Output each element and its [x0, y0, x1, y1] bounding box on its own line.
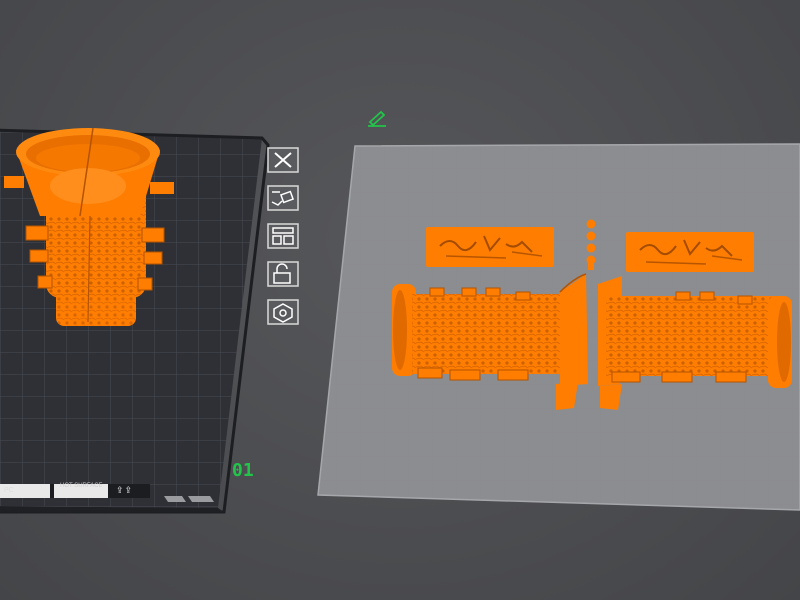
surface-type-label: PC — [4, 487, 14, 494]
edit-plate-name-button[interactable] — [366, 106, 390, 128]
plate-settings-button[interactable] — [262, 222, 302, 250]
scene-canvas[interactable] — [0, 0, 800, 600]
3d-viewport[interactable]: PC HOT SURFACE ⇪⇪ 01 — [0, 0, 800, 600]
lock-plate-button[interactable] — [262, 260, 302, 288]
slice-plate-button[interactable] — [262, 298, 302, 326]
plate-number: 01 — [232, 460, 254, 481]
lock-icon — [267, 261, 299, 287]
inscription-plate-right[interactable] — [626, 232, 754, 272]
auto-arrange-button[interactable] — [262, 184, 302, 212]
orientation-label: ⇪⇪ — [116, 485, 134, 495]
plate-surface-label: PC HOT SURFACE ⇪⇪ — [0, 483, 150, 498]
auto-arrange-icon — [267, 185, 299, 211]
plate-settings-icon — [267, 223, 299, 249]
slice-plate-icon — [267, 299, 299, 325]
delete-plate-icon — [267, 147, 299, 173]
delete-plate-button[interactable] — [262, 146, 302, 174]
inscription-plate-left[interactable] — [426, 227, 554, 267]
surface-sub-label: HOT SURFACE — [60, 483, 103, 489]
pencil-icon — [368, 110, 386, 127]
